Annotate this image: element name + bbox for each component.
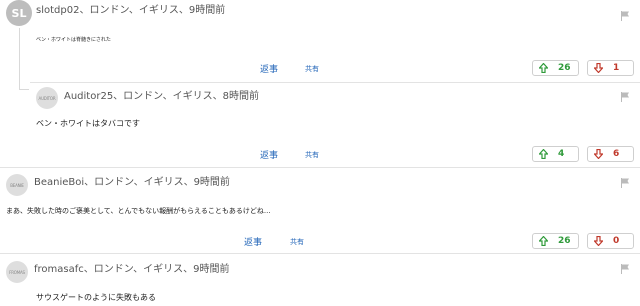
share-button[interactable]: 共有 xyxy=(290,237,304,247)
comment-meta: fromasafc、ロンドン、イギリス、9時間前 xyxy=(34,264,230,275)
arrow-down-icon xyxy=(594,63,603,73)
comment-meta: slotdp02、ロンドン、イギリス、9時間前 xyxy=(36,5,226,16)
flag-icon[interactable] xyxy=(620,264,630,274)
comment-meta: BeanieBoi、ロンドン、イギリス、9時間前 xyxy=(34,177,230,188)
downvote-count: 6 xyxy=(613,149,620,159)
divider xyxy=(30,82,640,83)
thread-line xyxy=(19,89,29,90)
thread-line xyxy=(19,28,20,90)
downvote-button[interactable]: 6 xyxy=(587,146,634,162)
comment-text: ベン・ホワイトは脊髄きにされた xyxy=(36,37,111,43)
comment-text: サウスゲートのように失敗もある xyxy=(36,293,156,302)
share-button[interactable]: 共有 xyxy=(305,64,319,74)
downvote-button[interactable]: 0 xyxy=(587,233,634,249)
comment-text: ベン・ホワイトはタバコです xyxy=(36,119,140,128)
upvote-count: 26 xyxy=(558,236,571,246)
share-button[interactable]: 共有 xyxy=(305,150,319,160)
upvote-button[interactable]: 26 xyxy=(532,60,579,76)
arrow-up-icon xyxy=(539,63,548,73)
downvote-count: 0 xyxy=(613,236,620,246)
upvote-button[interactable]: 26 xyxy=(532,233,579,249)
avatar[interactable]: FROMAS xyxy=(6,261,28,283)
flag-icon[interactable] xyxy=(620,92,630,102)
downvote-button[interactable]: 1 xyxy=(587,60,634,76)
arrow-up-icon xyxy=(539,149,548,159)
avatar[interactable]: BEANIE xyxy=(6,174,28,196)
downvote-count: 1 xyxy=(613,63,620,73)
avatar[interactable]: SL xyxy=(6,0,32,26)
divider xyxy=(0,167,640,168)
reply-button[interactable]: 返事 xyxy=(244,235,262,248)
divider xyxy=(0,253,640,254)
arrow-up-icon xyxy=(539,236,548,246)
reply-button[interactable]: 返事 xyxy=(260,148,278,161)
arrow-down-icon xyxy=(594,236,603,246)
avatar[interactable]: AUDITOR xyxy=(36,87,58,109)
reply-button[interactable]: 返事 xyxy=(260,62,278,75)
comment-text: まあ、失敗した時のご褒美として、とんでもない報酬がもらえることもあるけどね... xyxy=(6,207,271,215)
upvote-button[interactable]: 4 xyxy=(532,146,579,162)
upvote-count: 26 xyxy=(558,63,571,73)
upvote-count: 4 xyxy=(558,149,565,159)
arrow-down-icon xyxy=(594,149,603,159)
comment-meta: Auditor25、ロンドン、イギリス、8時間前 xyxy=(64,91,259,102)
flag-icon[interactable] xyxy=(620,11,630,21)
flag-icon[interactable] xyxy=(620,178,630,188)
